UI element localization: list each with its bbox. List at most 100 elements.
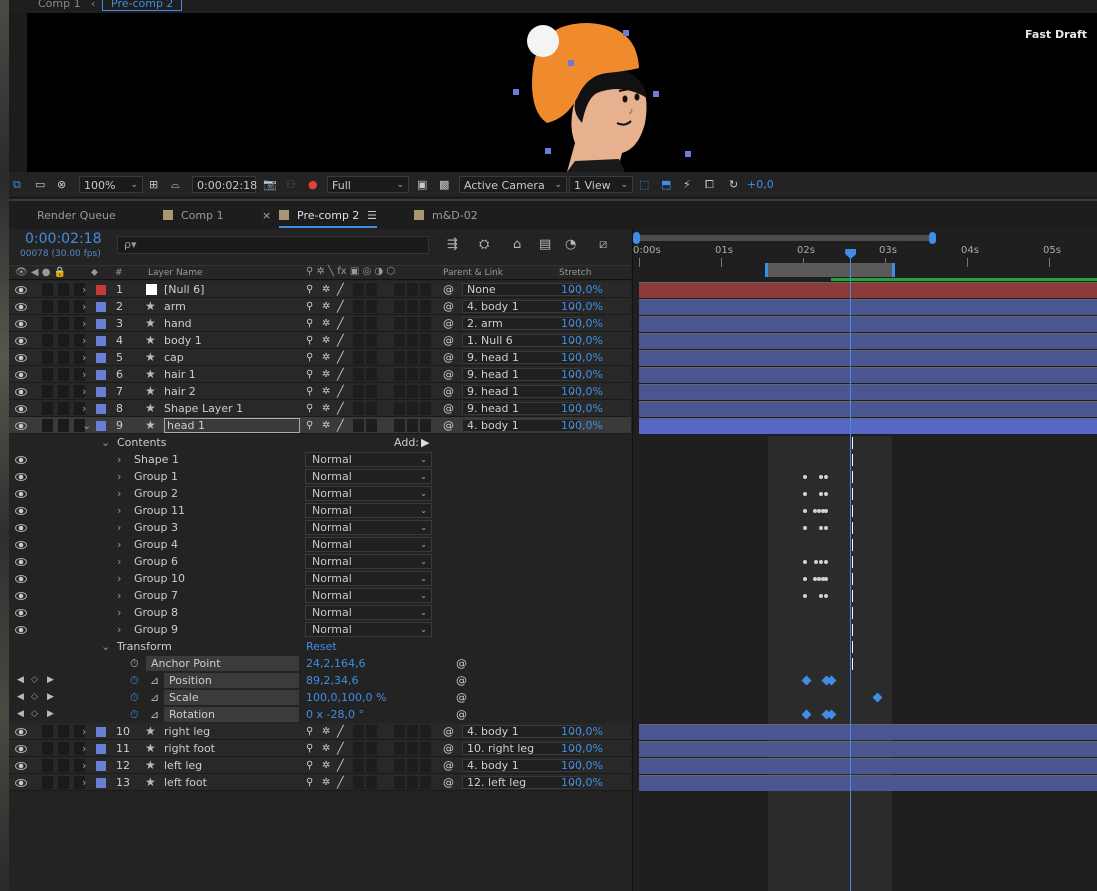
layer-duration-bar[interactable]: [639, 418, 1097, 434]
quality-switch-icon[interactable]: ✲: [322, 775, 330, 790]
pick-whip-icon[interactable]: @: [443, 282, 454, 297]
quality-line-icon[interactable]: ╱: [337, 316, 344, 331]
add-play-icon[interactable]: ▶: [421, 435, 429, 450]
pick-whip-icon[interactable]: @: [443, 724, 454, 739]
layer-row[interactable]: › 6 ★ hair 1 ⚲ ✲ ╱ @ 9. head 1 ⌄ 100,0%: [9, 366, 631, 383]
transform-label[interactable]: Transform: [117, 639, 172, 654]
layer-duration-bar[interactable]: [639, 299, 1097, 315]
collapse-switch-icon[interactable]: ⚲: [306, 418, 313, 433]
audio-toggle[interactable]: [42, 776, 53, 789]
adjustment-switch[interactable]: [407, 776, 418, 789]
keyframe-dot[interactable]: [824, 475, 828, 479]
exposure-value[interactable]: +0,0: [747, 176, 774, 193]
blend-mode-dropdown[interactable]: Normal ⌄: [305, 554, 432, 569]
frame-blend-switch[interactable]: [366, 385, 377, 398]
layer-row[interactable]: › 4 ★ body 1 ⚲ ✲ ╱ @ 1. Null 6 ⌄ 100,0%: [9, 332, 631, 349]
shape-group-row[interactable]: › Group 11 Normal ⌄: [9, 502, 631, 519]
adjustment-switch[interactable]: [407, 742, 418, 755]
motion-blur-icon[interactable]: ◔: [565, 237, 576, 252]
solo-toggle[interactable]: [58, 419, 69, 432]
chevron-right-icon[interactable]: ›: [82, 350, 86, 365]
collapse-switch-icon[interactable]: ⚲: [306, 316, 313, 331]
keyframe-dot[interactable]: [819, 475, 823, 479]
keyframe-dot[interactable]: [803, 509, 807, 513]
frame-blend-switch[interactable]: [366, 725, 377, 738]
motion-blur-switch[interactable]: [394, 402, 405, 415]
audio-toggle[interactable]: [42, 317, 53, 330]
draft3d-icon[interactable]: ⬒: [661, 176, 671, 193]
prev-keyframe-icon[interactable]: ◀: [17, 673, 24, 688]
label-color-swatch[interactable]: [96, 336, 106, 346]
quality-line-icon[interactable]: ╱: [337, 418, 344, 433]
3d-switch[interactable]: [420, 283, 431, 296]
col-parent[interactable]: Parent & Link: [443, 268, 503, 278]
property-value[interactable]: 0 x -28,0 °: [306, 707, 364, 722]
quality-switch-icon[interactable]: ✲: [322, 299, 330, 314]
graph-icon[interactable]: ⊿: [150, 673, 159, 688]
chevron-right-icon[interactable]: ›: [82, 758, 86, 773]
graph-icon[interactable]: ⊿: [150, 707, 159, 722]
chevron-down-icon[interactable]: ⌄: [101, 435, 110, 450]
motion-blur-switch[interactable]: [394, 283, 405, 296]
motion-blur-switch[interactable]: [394, 317, 405, 330]
collapse-switch-icon[interactable]: ⚲: [306, 724, 313, 739]
shape-group-name[interactable]: Group 1: [134, 469, 178, 484]
eye-icon[interactable]: [15, 575, 27, 583]
toggle-pixel-icon[interactable]: ⬚: [639, 176, 649, 193]
timecode-field[interactable]: 0:00:02:18: [192, 176, 257, 193]
quality-switch-icon[interactable]: ✲: [322, 724, 330, 739]
layer-duration-bar[interactable]: [639, 775, 1097, 791]
label-color-swatch[interactable]: [96, 353, 106, 363]
next-keyframe-icon[interactable]: ▶: [47, 690, 54, 705]
solo-toggle[interactable]: [58, 742, 69, 755]
solo-toggle[interactable]: [58, 300, 69, 313]
adjustment-switch[interactable]: [407, 402, 418, 415]
layer-duration-bar[interactable]: [639, 316, 1097, 332]
adjustment-switch[interactable]: [407, 317, 418, 330]
adjustment-switch[interactable]: [407, 385, 418, 398]
shape-group-row[interactable]: › Group 10 Normal ⌄: [9, 570, 631, 587]
label-color-swatch[interactable]: [96, 421, 106, 431]
solo-toggle[interactable]: [58, 317, 69, 330]
eye-icon[interactable]: [15, 303, 27, 311]
eye-icon[interactable]: [15, 762, 27, 770]
3d-switch[interactable]: [420, 300, 431, 313]
collapse-switch-icon[interactable]: ⚲: [306, 384, 313, 399]
view-layout-dropdown[interactable]: 1 View ⌄: [569, 176, 633, 193]
current-time[interactable]: 0:00:02:18: [25, 231, 102, 247]
tab-render-queue[interactable]: Render Queue: [37, 209, 116, 222]
quality-switch-icon[interactable]: ✲: [322, 401, 330, 416]
3d-switch[interactable]: [420, 351, 431, 364]
property-name[interactable]: Position: [164, 673, 299, 688]
layer-duration-bar[interactable]: [639, 367, 1097, 383]
adjustment-switch[interactable]: [407, 725, 418, 738]
region-icon[interactable]: ⌓: [171, 176, 180, 193]
tab-menu-icon[interactable]: ☰: [367, 209, 377, 222]
blend-mode-dropdown[interactable]: Normal ⌄: [305, 469, 432, 484]
chevron-right-icon[interactable]: ›: [117, 554, 121, 569]
fast-preview-icon[interactable]: ⚡: [683, 176, 691, 193]
layer-name[interactable]: right leg: [164, 724, 210, 739]
label-color-swatch[interactable]: [96, 404, 106, 414]
adjustment-switch[interactable]: [407, 351, 418, 364]
layer-row[interactable]: › 10 ★ right leg ⚲ ✲ ╱ @ 4. body 1 ⌄ 100,…: [9, 723, 631, 740]
blend-mode-dropdown[interactable]: Normal ⌄: [305, 486, 432, 501]
eye-icon[interactable]: [15, 337, 27, 345]
layer-name[interactable]: body 1: [164, 333, 202, 348]
shape-group-row[interactable]: › Group 7 Normal ⌄: [9, 587, 631, 604]
stretch-value[interactable]: 100,0%: [561, 401, 603, 416]
keyframe-dot[interactable]: [819, 526, 823, 530]
adjustment-switch[interactable]: [407, 283, 418, 296]
keyframe-dot[interactable]: [819, 492, 823, 496]
col-stretch[interactable]: Stretch: [559, 268, 591, 278]
fx-switch[interactable]: [353, 725, 364, 738]
grid-icon[interactable]: ⊞: [149, 176, 158, 193]
pick-whip-icon[interactable]: @: [443, 758, 454, 773]
label-color-swatch[interactable]: [96, 302, 106, 312]
audio-toggle[interactable]: [42, 385, 53, 398]
stopwatch-icon[interactable]: ⏱: [130, 673, 139, 688]
motion-blur-switch[interactable]: [394, 419, 405, 432]
chevron-right-icon[interactable]: ›: [117, 571, 121, 586]
quality-line-icon[interactable]: ╱: [337, 775, 344, 790]
quality-switch-icon[interactable]: ✲: [322, 741, 330, 756]
